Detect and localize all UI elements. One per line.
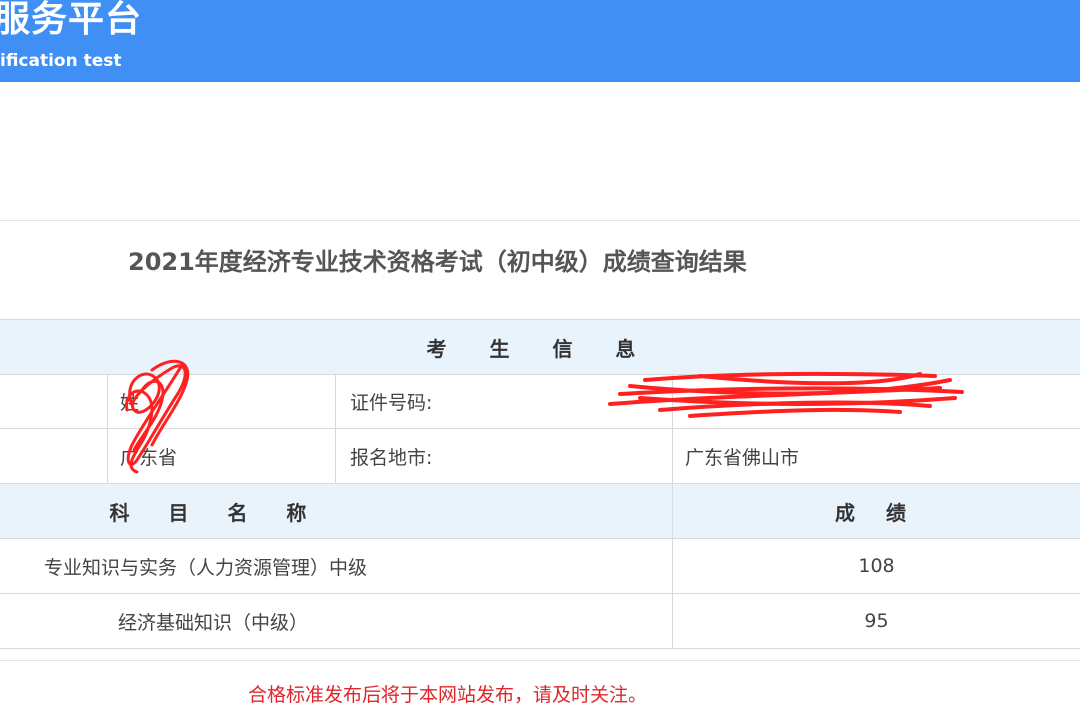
subject-name-header: 科 目 名 称 <box>0 484 672 538</box>
score-row: 专业知识与实务（人力资源管理）中级 108 <box>0 539 1080 594</box>
score-row: 经济基础知识（中级） 95 <box>0 594 1080 649</box>
site-header: 服务平台 ification test <box>0 0 1080 82</box>
score-value: 95 <box>672 594 1080 648</box>
province-value-cell: 广东省 <box>107 429 335 483</box>
subject-name-header-text: 科 目 名 称 <box>109 500 323 525</box>
result-title: 2021年度经济专业技术资格考试（初中级）成绩查询结果 <box>128 248 747 276</box>
province-value: 广东省 <box>120 446 178 469</box>
name-value-cell: 姓 <box>107 374 335 428</box>
subject-name: 专业知识与实务（人力资源管理）中级 <box>44 556 368 579</box>
register-city-value-cell: 广东省佛山市 <box>672 429 1080 483</box>
candidate-row-name-id: 姓 证件号码: <box>0 374 1080 429</box>
name-label: 姓 <box>120 391 140 414</box>
scores-header-row: 科 目 名 称 成 绩 <box>0 484 1080 539</box>
notice-text: 合格标准发布后将于本网站发布，请及时关注。 <box>248 684 648 706</box>
score-value: 108 <box>672 539 1080 593</box>
site-title: 服务平台 <box>0 0 143 40</box>
id-number-label-cell: 证件号码: <box>335 374 672 428</box>
score-header-text: 成 绩 <box>835 500 918 525</box>
candidate-info-label: 考 生 信 息 <box>426 336 654 361</box>
panel-top-border <box>0 220 1080 221</box>
id-number-value-cell <box>672 374 1080 428</box>
register-city-label-cell: 报名地市: <box>335 429 672 483</box>
register-city-label: 报名地市: <box>350 446 433 469</box>
subject-name: 经济基础知识（中级） <box>118 611 309 634</box>
score-header: 成 绩 <box>672 484 1080 538</box>
site-subtitle: ification test <box>0 51 122 71</box>
page: 服务平台 ification test 2021年度经济专业技术资格考试（初中级… <box>0 0 1080 723</box>
id-number-label: 证件号码: <box>350 391 433 414</box>
panel-bottom-border <box>0 660 1080 661</box>
register-city-value: 广东省佛山市 <box>685 446 800 469</box>
candidate-row-region: 广东省 报名地市: 广东省佛山市 <box>0 429 1080 484</box>
candidate-info-header-row: 考 生 信 息 <box>0 319 1080 375</box>
